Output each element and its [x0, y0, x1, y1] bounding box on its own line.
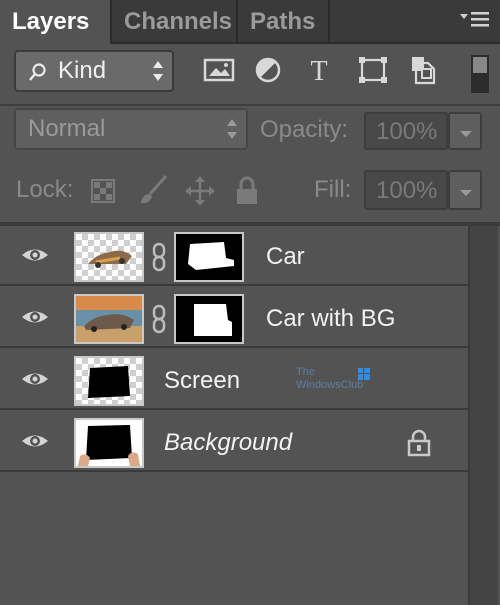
- layer-mask-thumbnail[interactable]: [174, 232, 244, 282]
- filter-kind-label: Kind: [58, 57, 107, 84]
- tab-paths-label: Paths: [250, 8, 316, 35]
- layer-thumbnail[interactable]: [74, 356, 144, 406]
- type-filter-icon[interactable]: T: [302, 55, 336, 85]
- car-scene-thumbnail-image: [76, 296, 142, 342]
- opacity-label: Opacity:: [260, 116, 349, 143]
- watermark-line1: The: [296, 366, 315, 378]
- chevron-down-icon: [460, 131, 472, 137]
- tab-layers[interactable]: Layers: [0, 0, 112, 44]
- opacity-field[interactable]: 100%: [364, 112, 448, 150]
- visibility-eye-icon[interactable]: [20, 244, 50, 266]
- layer-row-car[interactable]: Car: [0, 226, 468, 286]
- mask-link-icon[interactable]: [151, 304, 167, 334]
- mask-shape: [188, 242, 234, 270]
- panel-menu-icon[interactable]: [460, 10, 490, 32]
- search-icon: [29, 63, 46, 81]
- lock-label: Lock:: [16, 176, 74, 203]
- screen-thumbnail-image: [88, 366, 130, 398]
- tablet-hands-thumbnail-image: [78, 425, 140, 466]
- layer-mask-thumbnail[interactable]: [174, 294, 244, 344]
- lock-position-icon[interactable]: [184, 175, 216, 207]
- tab-paths[interactable]: Paths: [238, 0, 330, 42]
- tab-channels-label: Channels: [124, 8, 233, 35]
- watermark-flag-icon: [358, 368, 370, 380]
- layer-name[interactable]: Background: [164, 412, 292, 474]
- layers-list: Car Car with BG Screen The WindowsClub B…: [0, 226, 468, 605]
- updown-arrows-icon: [153, 61, 163, 81]
- tab-channels[interactable]: Channels: [112, 0, 238, 42]
- layer-thumbnail[interactable]: [74, 294, 144, 344]
- adjustment-filter-icon[interactable]: [251, 55, 285, 85]
- car-thumbnail-image: [88, 250, 132, 268]
- lock-transparent-pixels-icon[interactable]: [90, 178, 116, 204]
- layer-row-car-with-bg[interactable]: Car with BG: [0, 288, 468, 348]
- layer-thumbnail[interactable]: [74, 418, 144, 468]
- shape-filter-icon[interactable]: [356, 55, 390, 85]
- visibility-eye-icon[interactable]: [20, 430, 50, 452]
- fill-slider-button[interactable]: [448, 170, 482, 210]
- layer-name[interactable]: Car with BG: [266, 288, 395, 350]
- blend-mode-label: Normal: [28, 115, 106, 142]
- layers-scrollbar[interactable]: [468, 226, 498, 605]
- layer-thumbnail[interactable]: [74, 232, 144, 282]
- image-filter-icon[interactable]: [202, 55, 236, 85]
- layer-row-screen[interactable]: Screen The WindowsClub: [0, 350, 468, 410]
- visibility-eye-icon[interactable]: [20, 368, 50, 390]
- opacity-value: 100%: [376, 118, 438, 145]
- lock-all-icon[interactable]: [234, 175, 260, 207]
- divider: [0, 104, 500, 106]
- svg-text:T: T: [310, 56, 327, 85]
- chevron-down-icon: [460, 190, 472, 196]
- mask-link-icon[interactable]: [151, 242, 167, 272]
- visibility-eye-icon[interactable]: [20, 306, 50, 328]
- layer-lock-icon[interactable]: [406, 428, 432, 458]
- watermark-line2: WindowsClub: [296, 379, 364, 391]
- watermark-logo: The WindowsClub: [296, 366, 386, 398]
- filter-toggle-switch[interactable]: [470, 54, 490, 94]
- opacity-slider-button[interactable]: [448, 112, 482, 150]
- smart-object-filter-icon[interactable]: [408, 55, 442, 85]
- tab-layers-label: Layers: [12, 8, 90, 35]
- layer-row-background[interactable]: Background: [0, 412, 468, 472]
- filter-kind-dropdown[interactable]: Kind: [14, 50, 174, 92]
- fill-field[interactable]: 100%: [364, 170, 448, 210]
- updown-arrows-icon: [227, 119, 237, 139]
- blend-mode-dropdown[interactable]: Normal: [14, 108, 248, 150]
- lock-image-pixels-icon[interactable]: [136, 174, 170, 206]
- layer-name[interactable]: Screen: [164, 350, 240, 412]
- panel-tab-bar: Layers Channels Paths: [0, 0, 500, 44]
- layer-name[interactable]: Car: [266, 226, 305, 288]
- fill-label: Fill:: [314, 176, 352, 203]
- fill-value: 100%: [376, 177, 438, 204]
- mask-shape: [194, 304, 232, 336]
